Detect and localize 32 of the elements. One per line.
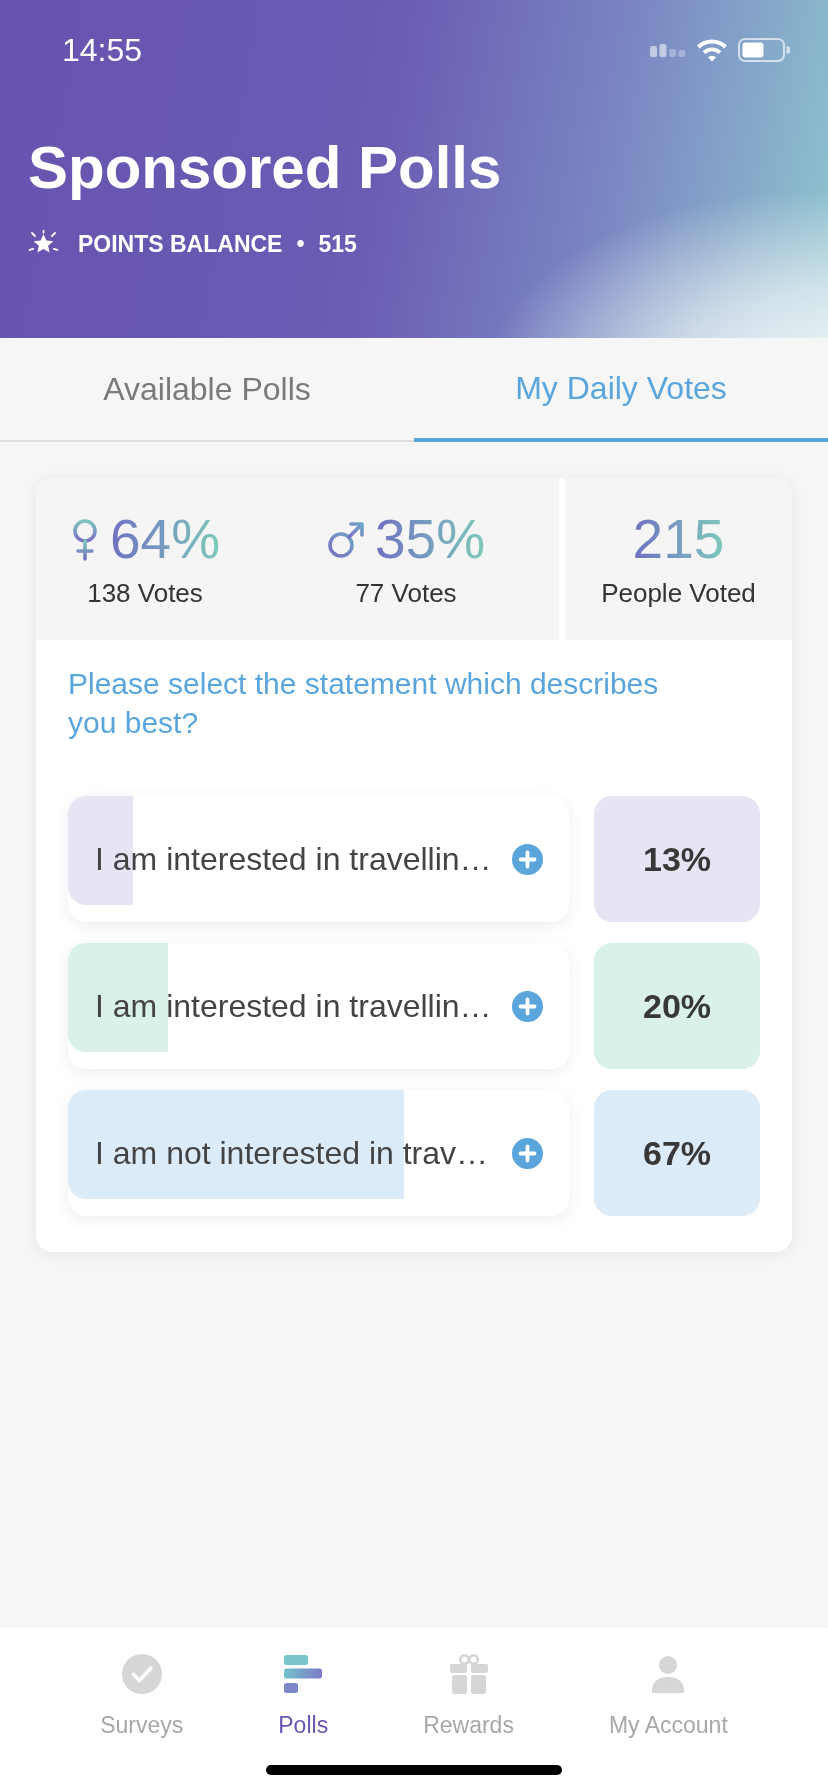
voter-total-label: People Voted — [601, 580, 756, 606]
male-symbol-icon — [326, 520, 365, 559]
plus-circle-icon — [512, 1137, 543, 1169]
battery-icon — [738, 38, 790, 62]
points-value: 515 — [318, 232, 357, 256]
wifi-icon — [696, 38, 728, 62]
page-title: Sponsored Polls — [28, 138, 503, 198]
poll-option[interactable]: I am interested in travellin… — [68, 943, 569, 1069]
vote-count: 138 Votes — [87, 580, 203, 606]
nav-tab[interactable]: My Account — [608, 1654, 728, 1737]
plus-circle-icon — [512, 990, 543, 1022]
bullet-separator: • — [296, 232, 305, 256]
points-label: POINTS BALANCE — [78, 232, 283, 256]
tab[interactable]: My Daily Votes — [414, 338, 828, 442]
nav-tab[interactable]: Polls — [278, 1654, 329, 1737]
result-percentage: 13% — [594, 796, 760, 922]
poll-question: Please select the statement which describes you best? — [68, 666, 660, 741]
gift-icon — [449, 1654, 488, 1694]
poll-option[interactable]: I am not interested in trav… — [68, 1090, 569, 1216]
result-percentage: 67% — [594, 1090, 760, 1216]
check-circle-icon — [121, 1654, 162, 1694]
result-percentage: 20% — [594, 943, 760, 1069]
nav-tab[interactable]: Surveys — [100, 1654, 184, 1737]
person-icon — [652, 1655, 685, 1693]
nav-tab[interactable]: Rewards — [423, 1654, 514, 1737]
bar-list-icon — [284, 1655, 323, 1693]
poll-option[interactable]: I am interested in travellin… — [68, 796, 569, 922]
tab[interactable]: Available Polls — [0, 338, 414, 442]
plus-circle-icon — [512, 843, 543, 875]
vote-count: 77 Votes — [355, 580, 457, 606]
status-time: 14:55 — [62, 34, 143, 66]
signal-icon — [650, 43, 686, 57]
